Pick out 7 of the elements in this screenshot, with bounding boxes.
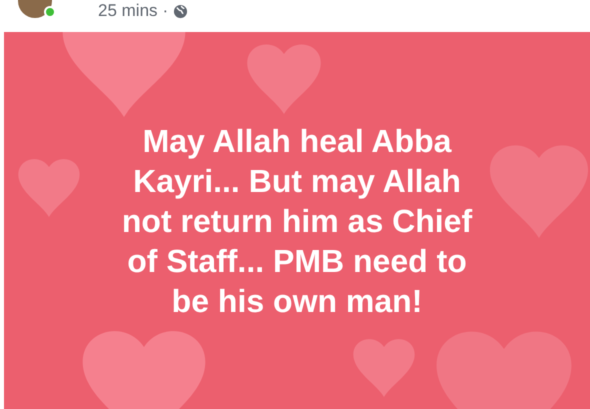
globe-icon	[173, 4, 188, 18]
avatar[interactable]	[18, 0, 52, 18]
post-time[interactable]: 25 mins	[98, 1, 158, 21]
heart-shape	[18, 159, 80, 217]
post-message: May Allah heal Abba Kayri... But may Allah not return him as Chief of Staff... PMB need to be his own man!	[120, 122, 474, 320]
separator: ·	[162, 1, 168, 21]
heart-shape	[353, 339, 415, 397]
